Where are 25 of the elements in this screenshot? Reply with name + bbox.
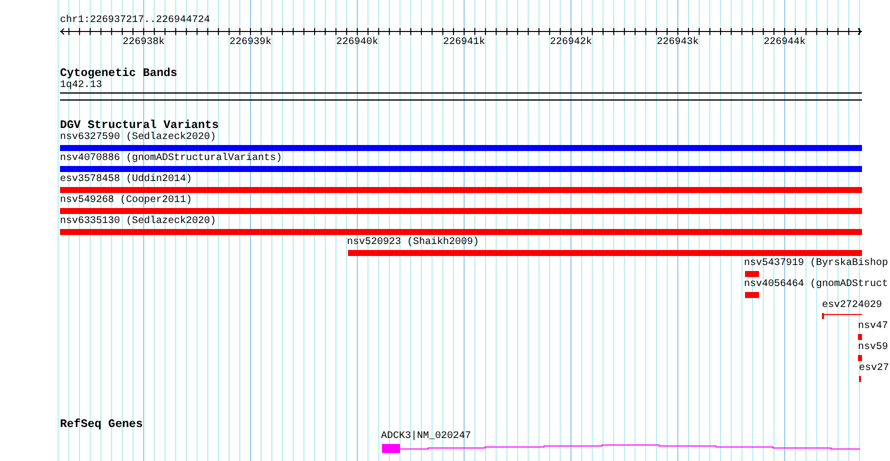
tick-label: 226944k: [764, 37, 806, 49]
feature-label: nsv6327590 (Sedlazeck2020): [60, 132, 216, 144]
feature-label: nsv59: [858, 342, 888, 354]
tick-label: 226941k: [443, 37, 486, 49]
tick-label: 226940k: [336, 37, 378, 49]
track-title: DGV Structural Variants: [60, 120, 219, 132]
gene-label: ADCK3|NM_020247: [381, 431, 472, 443]
feature-label: nsv4070886 (gnomADStructuralVariants): [60, 153, 282, 165]
tick-label: 226942k: [550, 37, 592, 49]
tick-label: 226939k: [229, 37, 272, 49]
location-label: chr1:226937217..226944724: [60, 15, 210, 27]
feature-label: nsv6335130 (Sedlazeck2020): [60, 216, 216, 228]
track-title: Cytogenetic Bands: [60, 68, 178, 80]
feature-label: nsv47: [858, 321, 888, 333]
feature-label: nsv5437919 (ByrskaBishop: [744, 258, 888, 270]
track-title: RefSeq Genes: [60, 419, 143, 431]
feature-label: nsv520923 (Shaikh2009): [347, 237, 480, 249]
feature-label: esv27: [859, 363, 890, 375]
feature-label: nsv549268 (Cooper2011): [60, 195, 192, 207]
tick-label: 226943k: [656, 37, 699, 49]
tick-label: 226938k: [122, 37, 165, 49]
feature-label: esv3578458 (Uddin2014): [60, 174, 192, 186]
feature-label: nsv4056464 (gnomADStruct: [744, 279, 888, 291]
feature-label: esv2724029: [822, 300, 882, 312]
band-label: 1q42.13: [60, 80, 102, 92]
